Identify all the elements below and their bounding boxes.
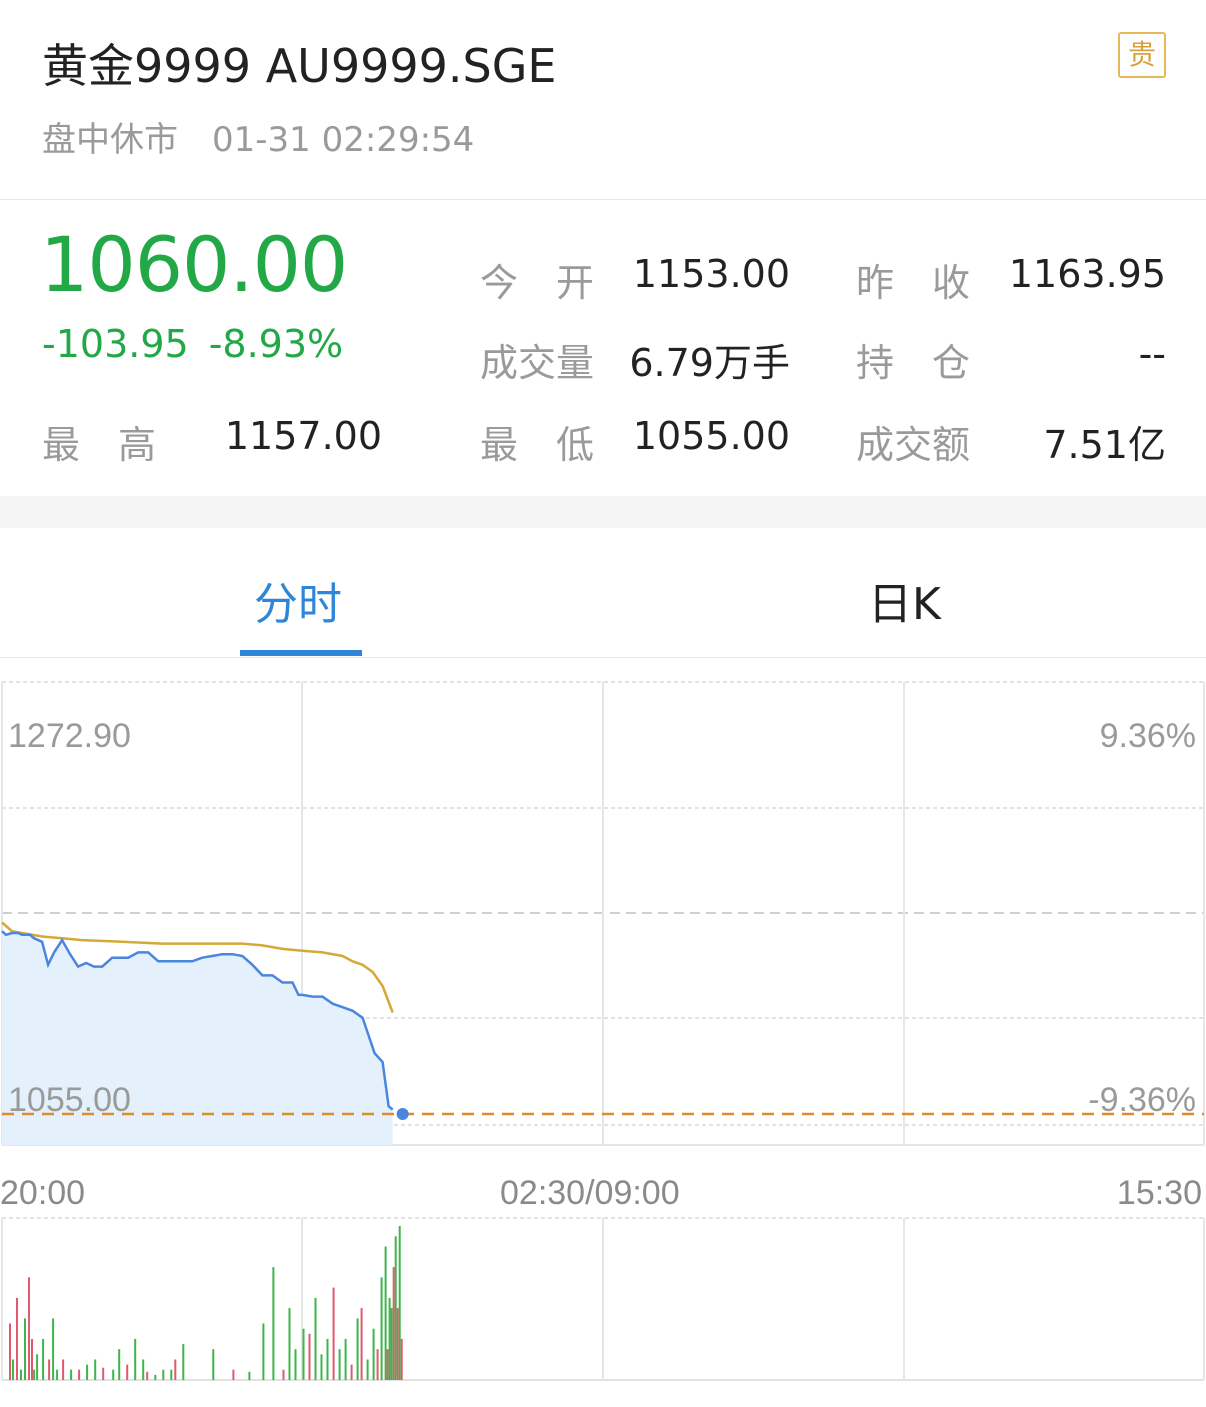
volume-bar [360, 1308, 363, 1380]
volume-bar [380, 1277, 383, 1380]
volume-bar [282, 1369, 285, 1380]
volume-bar [48, 1359, 51, 1380]
volume-bar [386, 1349, 389, 1380]
volume-bar [52, 1318, 55, 1380]
volume-bar [33, 1369, 36, 1380]
volume-bar [86, 1364, 89, 1380]
volume-bar [400, 1338, 403, 1380]
volume-bar [78, 1369, 81, 1380]
volume-bar [134, 1338, 137, 1380]
volume-bar [372, 1328, 375, 1380]
volume-bar [28, 1277, 30, 1380]
volume-bar [394, 1236, 397, 1380]
volume-bar [142, 1359, 145, 1380]
volume-bar [384, 1246, 387, 1380]
volume-bar [396, 1308, 399, 1380]
volume-bar [288, 1308, 291, 1380]
y-axis-max-label: 1272.90 [8, 717, 131, 755]
volume-bar [118, 1349, 121, 1380]
volume-bar [392, 1267, 395, 1380]
volume-bar [308, 1333, 311, 1380]
volume-bar [398, 1226, 401, 1380]
y-axis-min-label: 1055.00 [8, 1081, 131, 1119]
volume-bar [62, 1359, 65, 1380]
x-axis-label-end: 15:30 [1116, 1174, 1202, 1212]
volume-bar [350, 1364, 353, 1380]
volume-bar [320, 1354, 323, 1380]
volume-bar [262, 1323, 265, 1380]
volume-bar [42, 1338, 45, 1380]
volume-bar [12, 1359, 14, 1380]
volume-bar [388, 1297, 391, 1380]
volume-bar [174, 1359, 177, 1380]
volume-bar [314, 1297, 317, 1380]
volume-bar [302, 1328, 305, 1380]
volume-bar [20, 1369, 22, 1380]
volume-bar [212, 1349, 215, 1380]
volume-bar [332, 1287, 335, 1380]
volume-bar [102, 1367, 105, 1380]
volume-bar [162, 1369, 165, 1380]
x-axis-label-mid: 02:30/09:00 [500, 1174, 680, 1212]
volume-bar [154, 1374, 157, 1380]
volume-bar [56, 1369, 59, 1380]
volume-bar [366, 1359, 369, 1380]
pct-axis-min-label: -9.36% [1088, 1081, 1196, 1119]
last-price-dot [396, 1108, 409, 1120]
volume-bar [338, 1349, 341, 1380]
volume-bar [146, 1371, 149, 1380]
volume-bar [356, 1318, 359, 1380]
x-axis-label-start: 20:00 [0, 1174, 86, 1212]
volume-bar [182, 1344, 185, 1380]
volume-bar [126, 1364, 129, 1380]
volume-bar [16, 1297, 18, 1380]
volume-bar [36, 1354, 39, 1380]
volume-bar [112, 1369, 115, 1380]
volume-bars [9, 1226, 403, 1380]
volume-bar [294, 1349, 297, 1380]
volume-bar [170, 1369, 173, 1380]
volume-bar [326, 1338, 329, 1380]
volume-bar [232, 1369, 235, 1380]
volume-bar [390, 1308, 393, 1380]
volume-bar [70, 1369, 73, 1380]
volume-bar [272, 1267, 275, 1380]
volume-bar [94, 1359, 97, 1380]
volume-bar [248, 1371, 251, 1380]
volume-bar [376, 1349, 379, 1380]
pct-axis-max-label: 9.36% [1100, 717, 1196, 755]
volume-bar [9, 1323, 11, 1380]
volume-bar [24, 1318, 26, 1380]
volume-bar [31, 1338, 33, 1380]
volume-bar [344, 1338, 347, 1380]
